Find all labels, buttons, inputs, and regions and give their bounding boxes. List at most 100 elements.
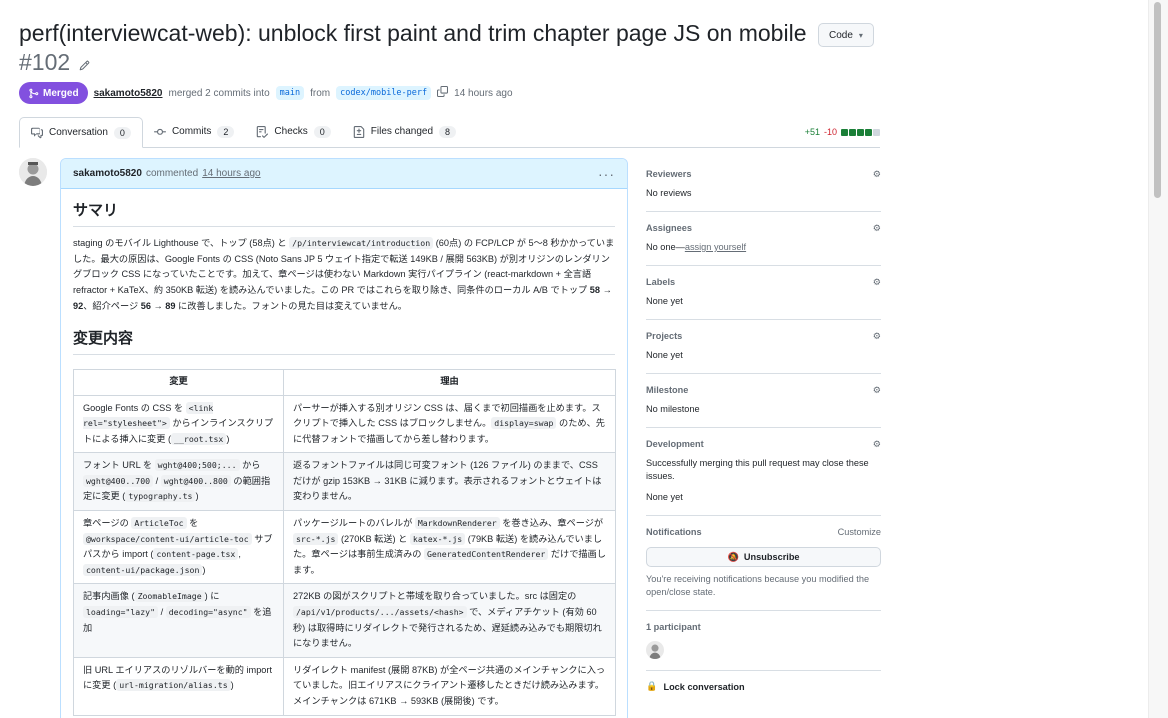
diff-block <box>841 128 848 136</box>
copy-icon[interactable] <box>437 86 449 100</box>
pr-meta: Merged sakamoto5820 merged 2 commits int… <box>19 82 513 104</box>
author-link[interactable]: sakamoto5820 <box>94 88 163 99</box>
code-button[interactable]: Code ▾ <box>818 23 874 47</box>
sidebar-reviewers: Reviewers ⚙ No reviews <box>646 158 881 212</box>
inline-code: __root.tsx <box>171 432 227 445</box>
tab-checks[interactable]: Checks 0 <box>245 116 341 147</box>
head-branch[interactable]: codex/mobile-perf <box>336 86 432 100</box>
assignees-label[interactable]: Assignees <box>646 223 692 233</box>
participant-avatar[interactable] <box>646 641 664 659</box>
reviewers-value: No reviews <box>646 188 692 198</box>
cell-text: パッケージルートのバレルが <box>293 518 415 529</box>
file-diff-icon <box>353 125 365 138</box>
inline-code: content-ui/package.json <box>83 563 203 576</box>
inline-code: display=swap <box>491 417 557 430</box>
gear-icon[interactable]: ⚙ <box>873 385 881 396</box>
inline-code: loading="lazy" <box>83 606 159 619</box>
reason-cell: パッケージルートのバレルが MarkdownRenderer を巻き込み、章ペー… <box>283 510 616 585</box>
base-branch[interactable]: main <box>275 86 305 100</box>
projects-label[interactable]: Projects <box>646 331 682 341</box>
cell-text: ) <box>226 433 230 444</box>
table-row: Google Fonts の CSS を <link rel="styleshe… <box>73 394 616 454</box>
inline-code: decoding="async" <box>165 606 251 619</box>
assign-yourself-link[interactable]: assign yourself <box>685 242 746 252</box>
tab-conversation[interactable]: Conversation 0 <box>19 117 143 148</box>
diff-block <box>873 128 880 136</box>
change-cell: 旧 URL エイリアスのリゾルバーを動的 import に変更 (url-mig… <box>73 656 284 716</box>
comment-time[interactable]: 14 hours ago <box>202 168 260 179</box>
checklist-icon <box>257 125 269 138</box>
milestone-label[interactable]: Milestone <box>646 385 688 395</box>
sidebar-notifications: Notifications Customize 🔕 Unsubscribe You… <box>646 516 881 611</box>
diff-block <box>857 128 864 136</box>
inline-code: src-*.js <box>293 532 339 545</box>
tab-commits-count: 2 <box>217 125 235 138</box>
summary-heading: サマリ <box>73 201 615 227</box>
cell-text: Google Fonts の CSS を <box>83 402 186 413</box>
change-cell: 記事内画像 (ZoomableImage) に loading="lazy" /… <box>73 583 284 658</box>
change-cell: Google Fonts の CSS を <link rel="styleshe… <box>73 394 284 454</box>
scrollbar-thumb[interactable] <box>1154 2 1161 198</box>
cell-text: 記事内画像 ( <box>83 591 135 602</box>
cell-text: 章ページの <box>83 518 132 529</box>
summary-paragraph: staging のモバイル Lighthouse で、トップ (58点) と /… <box>73 236 615 315</box>
assignees-none: No one— <box>646 242 685 252</box>
reason-cell: リダイレクト manifest (展開 87KB) が全ページ共通のメインチャン… <box>283 656 616 716</box>
gear-icon[interactable]: ⚙ <box>873 331 881 342</box>
unsubscribe-button[interactable]: 🔕 Unsubscribe <box>646 547 881 567</box>
inline-code: ArticleToc <box>131 517 187 530</box>
cell-text: フォント URL を <box>83 460 155 471</box>
tab-files-changed[interactable]: Files changed 8 <box>342 116 467 147</box>
diff-block <box>849 128 856 136</box>
tab-files-label: Files changed <box>370 126 434 137</box>
inline-code: wght@400..700 <box>83 474 154 487</box>
unsubscribe-label: Unsubscribe <box>743 552 800 562</box>
table-header-change: 変更 <box>73 368 284 396</box>
tab-commits[interactable]: Commits 2 <box>143 116 245 147</box>
inline-code: MarkdownRenderer <box>414 517 500 530</box>
pencil-icon[interactable] <box>79 60 90 74</box>
inline-code: /api/v1/products/.../assets/<hash> <box>293 606 467 619</box>
gear-icon[interactable]: ⚙ <box>873 223 881 234</box>
change-cell: 章ページの ArticleToc を @workspace/content-ui… <box>73 510 284 585</box>
participants-label: 1 participant <box>646 622 701 632</box>
inline-code: ZoomableImage <box>134 590 205 603</box>
pr-description-comment: sakamoto5820 commented 14 hours ago ··· … <box>60 158 628 718</box>
from-text: from <box>310 87 331 99</box>
table-row: 章ページの ArticleToc を @workspace/content-ui… <box>73 510 616 585</box>
labels-label[interactable]: Labels <box>646 277 675 287</box>
page-scrollbar[interactable] <box>1148 0 1168 718</box>
merged-badge: Merged <box>19 82 88 104</box>
cell-text: を <box>186 518 199 529</box>
gear-icon[interactable]: ⚙ <box>873 277 881 288</box>
comment-header: sakamoto5820 commented 14 hours ago ··· <box>61 159 627 189</box>
comment-body: サマリ staging のモバイル Lighthouse で、トップ (58点)… <box>61 189 627 716</box>
table-row: 記事内画像 (ZoomableImage) に loading="lazy" /… <box>73 583 616 658</box>
reason-cell: 返るフォントファイルは同じ可変フォント (126 ファイル) のままで、CSS … <box>283 452 616 512</box>
reason-cell: パーサーが挿入する別オリジン CSS は、届くまで初回描画を止めます。スクリプト… <box>283 394 616 454</box>
labels-value: None yet <box>646 296 683 306</box>
tab-conversation-count: 0 <box>113 126 131 139</box>
cell-text: を巻き込み、章ページが <box>499 518 604 529</box>
lock-conversation[interactable]: 🔒 Lock conversation <box>646 671 881 692</box>
comment-author[interactable]: sakamoto5820 <box>73 168 142 179</box>
git-commit-icon <box>153 128 166 135</box>
reviewers-label[interactable]: Reviewers <box>646 169 691 179</box>
sidebar-participants: 1 participant <box>646 611 881 671</box>
avatar[interactable] <box>19 158 47 186</box>
development-label[interactable]: Development <box>646 439 704 449</box>
tab-checks-label: Checks <box>274 126 308 137</box>
diff-deletions: -10 <box>823 127 837 137</box>
inline-code: url-migration/alias.ts <box>116 679 231 692</box>
changes-heading: 変更内容 <box>73 329 615 355</box>
merged-text: merged 2 commits into <box>168 87 270 99</box>
summary-bold-2: 56 → 89 <box>140 300 176 311</box>
tab-commits-label: Commits <box>171 126 212 137</box>
kebab-menu-icon[interactable]: ··· <box>598 166 615 182</box>
gear-icon[interactable]: ⚙ <box>873 439 881 450</box>
bell-slash-icon: 🔕 <box>727 551 739 562</box>
gear-icon[interactable]: ⚙ <box>873 169 881 180</box>
change-cell: フォント URL を wght@400;500;... から wght@400.… <box>73 452 284 512</box>
customize-link[interactable]: Customize <box>838 527 881 537</box>
cell-text: (270KB 転送) と <box>338 533 410 544</box>
